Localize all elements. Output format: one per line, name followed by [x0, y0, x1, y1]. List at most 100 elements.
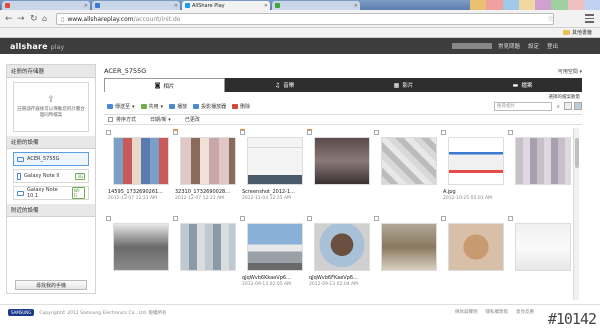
browser-tab-allshare[interactable]: AllShare Play ✕: [182, 1, 270, 10]
photo-checkbox[interactable]: [508, 130, 513, 135]
browser-tab-1[interactable]: ✕: [2, 1, 90, 10]
reload-icon[interactable]: ↻: [30, 13, 38, 25]
photo-name: qJqWvb6KkaeVp6...: [242, 275, 291, 281]
search-icon[interactable]: ⌕: [557, 103, 560, 111]
sidebar: 註冊的存储器 ⇪ 註冊儲存器後可以彈動您的計畫合理同時檔案 註冊的設備 ACER…: [6, 64, 96, 294]
find-my-phone-button[interactable]: 尋找我的手機: [15, 280, 87, 290]
address-bar[interactable]: ▯ www.allshareplay.com/account/init.do: [56, 13, 554, 25]
photo-thumbnail[interactable]: [180, 223, 236, 271]
photo-thumbnail[interactable]: [247, 223, 303, 271]
photo-thumbnail[interactable]: [113, 137, 169, 185]
photo-item[interactable]: [439, 214, 513, 299]
space-select[interactable]: 可用空間 ▾: [558, 68, 582, 75]
photo-thumbnail[interactable]: [381, 137, 437, 185]
tab-files[interactable]: ▬ 檔案: [463, 78, 582, 92]
photo-date: 2012-12-04 12:25 AM: [242, 196, 291, 201]
settings-link[interactable]: 設定: [528, 42, 539, 50]
scrollbar-thumb[interactable]: [575, 138, 579, 168]
photo-item[interactable]: Screenshot_2012-1... 2012-12-04 12:25 AM: [238, 128, 312, 213]
photo-item[interactable]: [372, 214, 446, 299]
photo-item[interactable]: [305, 128, 379, 213]
photo-item[interactable]: 32310_1732690028... 2012-12-07 12:21 AM: [171, 128, 245, 213]
close-icon[interactable]: ✕: [264, 3, 268, 9]
photo-thumbnail[interactable]: [180, 137, 236, 185]
photo-checkbox[interactable]: [173, 216, 178, 221]
bookmark-star-icon[interactable]: ☆: [547, 14, 554, 23]
tablet-icon: [17, 190, 24, 196]
photo-item[interactable]: qJqWvb6KkaeVp6... 2012-09-13 02:05 AM: [238, 214, 312, 299]
photo-item[interactable]: 14595_1732690261... 2012-12-07 12:21 AM: [104, 128, 178, 213]
photo-thumbnail[interactable]: [113, 223, 169, 271]
photo-item[interactable]: [171, 214, 245, 299]
select-all-checkbox[interactable]: [108, 117, 113, 122]
photo-checkbox[interactable]: [106, 130, 111, 135]
photo-checkbox[interactable]: [307, 216, 312, 221]
photo-thumbnail[interactable]: [314, 223, 370, 271]
back-icon[interactable]: ←: [5, 13, 13, 25]
action-label: 播放: [177, 104, 188, 110]
faq-link[interactable]: 常見問題: [498, 42, 520, 50]
close-icon[interactable]: ✕: [84, 3, 88, 9]
photo-thumbnail[interactable]: [247, 137, 303, 185]
photo-item[interactable]: A.jpg 2012-10-25 05:01 AM: [439, 128, 513, 213]
home-icon[interactable]: ⌂: [42, 13, 47, 25]
photo-thumbnail[interactable]: [515, 223, 571, 271]
photo-thumbnail[interactable]: [448, 137, 504, 185]
photo-thumbnail[interactable]: [314, 137, 370, 185]
sort-by[interactable]: 排序方式: [108, 116, 136, 123]
photo-checkbox[interactable]: [240, 216, 245, 221]
photo-name: Screenshot_2012-1...: [242, 189, 295, 195]
scrollbar[interactable]: [573, 128, 579, 300]
privacy-link[interactable]: 隱私權政策: [486, 309, 509, 315]
browser-tab-4[interactable]: ✕: [272, 1, 360, 10]
photo-item[interactable]: qJqWvb6FKaeVp6... 2012-09-13 02:04 AM: [305, 214, 379, 299]
share-button[interactable]: 共用 ▾: [140, 103, 163, 110]
music-icon: ♫: [274, 81, 281, 89]
grid-view-icon[interactable]: [574, 102, 582, 110]
photo-date: 2012-10-25 05:01 AM: [443, 196, 492, 201]
device-galaxy-note-10[interactable]: Galaxy Note 10.1 Wi-Fi: [13, 186, 89, 200]
close-icon[interactable]: ✕: [174, 3, 178, 9]
photo-thumbnail[interactable]: [448, 223, 504, 271]
photo-checkbox[interactable]: [240, 130, 245, 135]
photo-checkbox[interactable]: [441, 216, 446, 221]
photo-checkbox[interactable]: [173, 130, 178, 135]
photo-item[interactable]: [506, 128, 580, 213]
tab-music[interactable]: ♫ 音樂: [225, 78, 344, 92]
device-galaxy-note-2[interactable]: Galaxy Note II 3G: [13, 169, 89, 183]
photo-thumbnail[interactable]: [515, 137, 571, 185]
photo-checkbox[interactable]: [307, 130, 312, 135]
forward-icon[interactable]: →: [17, 13, 25, 25]
other-bookmarks[interactable]: 其他書籤: [562, 29, 592, 36]
terms-link[interactable]: 條款與聲明: [455, 309, 478, 315]
photo-checkbox[interactable]: [374, 216, 379, 221]
logout-link[interactable]: 登出: [547, 42, 558, 50]
photo-item[interactable]: [104, 214, 178, 299]
photo-checkbox[interactable]: [106, 216, 111, 221]
menu-icon[interactable]: [585, 14, 594, 23]
storage-drop-area[interactable]: ⇪ 註冊儲存器後可以彈動您的計畫合理同時檔案: [13, 82, 89, 132]
slideshow-button[interactable]: 投影播放器: [193, 103, 226, 110]
play-button[interactable]: 播放: [169, 103, 187, 110]
close-icon[interactable]: ✕: [354, 3, 358, 9]
tab-videos[interactable]: ▦ 影片: [344, 78, 463, 92]
photo-checkbox[interactable]: [508, 216, 513, 221]
tab-photos[interactable]: ◙ 相片: [104, 78, 225, 92]
device-acer[interactable]: ACER_5755G: [13, 152, 89, 166]
delete-button[interactable]: 刪除: [232, 103, 250, 110]
list-view-icon[interactable]: [564, 102, 572, 110]
feedback-link[interactable]: 意見反應: [516, 309, 534, 315]
photo-item[interactable]: [506, 214, 580, 299]
allshare-logo[interactable]: allshare play: [10, 42, 64, 51]
photo-checkbox[interactable]: [374, 130, 379, 135]
photo-item[interactable]: [372, 128, 446, 213]
photo-checkbox[interactable]: [441, 130, 446, 135]
browser-tab-2[interactable]: ✕: [92, 1, 180, 10]
send-to-button[interactable]: 傳送至 ▾: [107, 103, 135, 110]
nearby-section-title: 附近的設備: [7, 204, 95, 217]
sort-date[interactable]: 日期/新 ▾: [150, 116, 171, 123]
sort-modified[interactable]: 已更改: [185, 116, 200, 123]
search-input[interactable]: 搜尋相片: [494, 102, 552, 111]
photo-thumbnail[interactable]: [381, 223, 437, 271]
network-badge: 3G: [75, 172, 85, 180]
